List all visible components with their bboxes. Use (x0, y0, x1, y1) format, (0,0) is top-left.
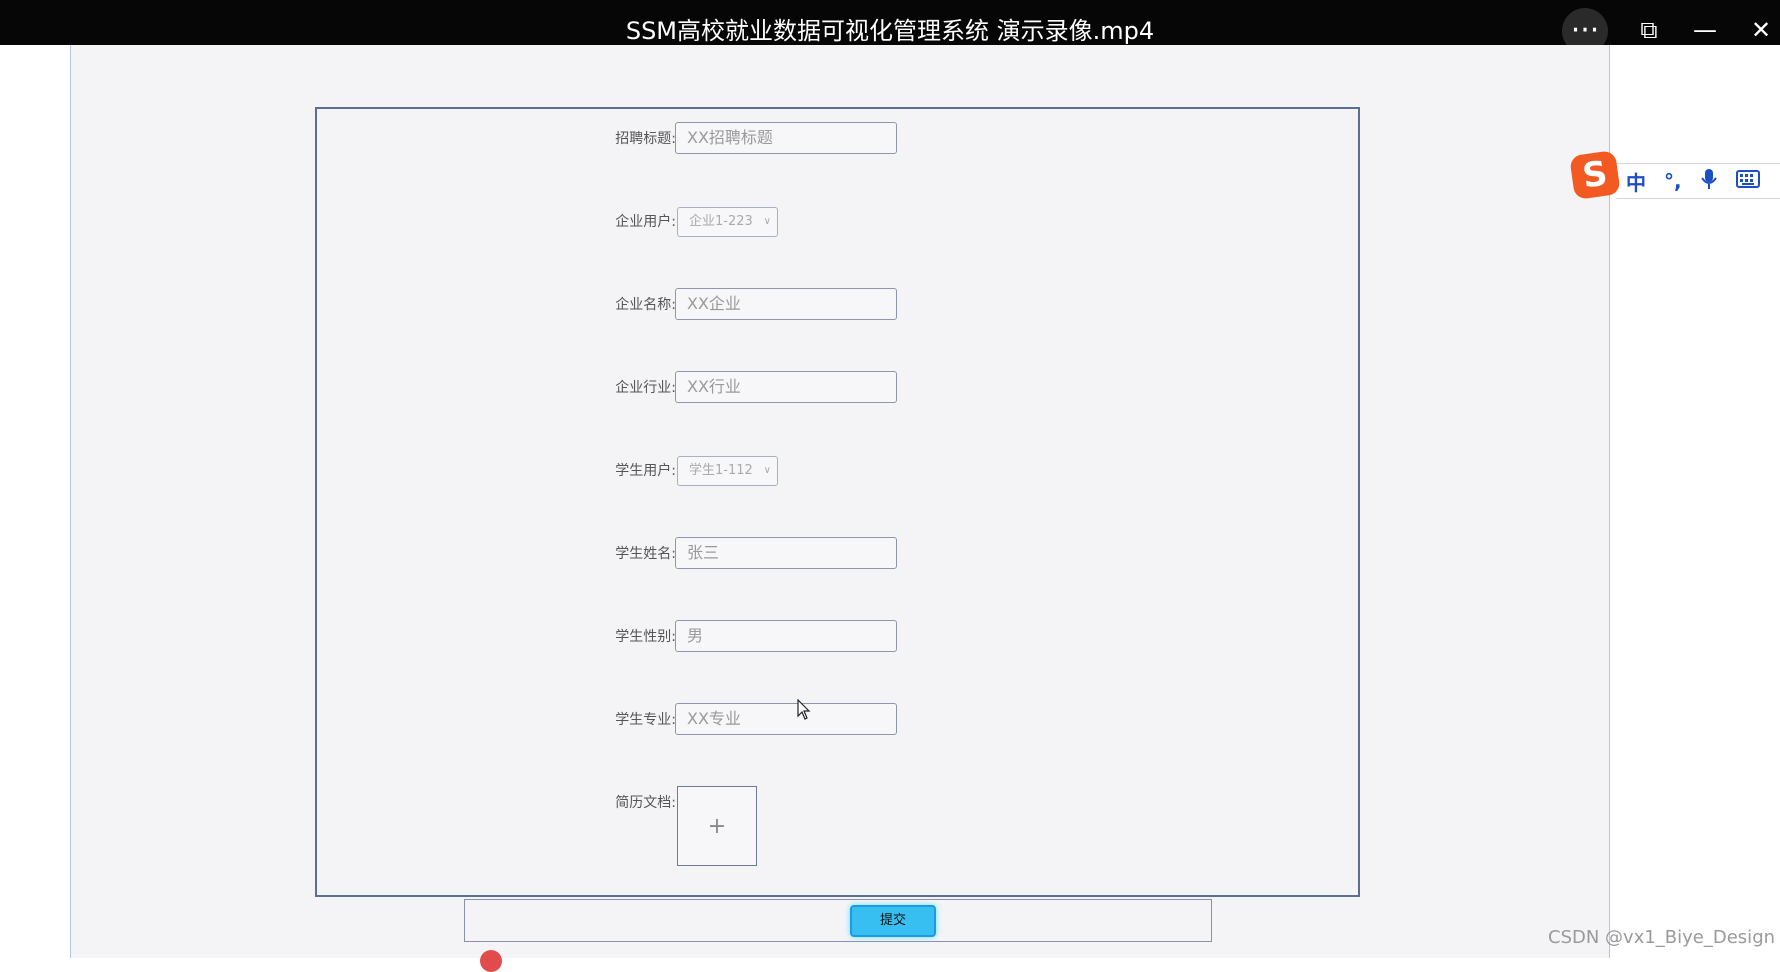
field-label: 学生姓名: (615, 546, 676, 562)
chevron-down-icon: ∨ (763, 216, 771, 227)
field-label: 企业名称: (615, 297, 676, 313)
student-user-select[interactable]: 学生1-112 ∨ (677, 456, 778, 486)
student-major-input[interactable]: XX专业 (675, 703, 897, 735)
company-name-input[interactable]: XX企业 (675, 288, 897, 320)
field-label: 学生专业: (615, 712, 676, 728)
form-row-resume: 简历文档: + (317, 786, 1358, 866)
select-value: 学生1-112 (689, 463, 753, 478)
student-gender-input[interactable]: 男 (675, 620, 897, 652)
ime-mode-toggle[interactable]: 中 (1626, 167, 1646, 196)
field-label: 学生用户: (615, 463, 676, 479)
ime-toolbar: 中 °, S (1569, 150, 1780, 201)
close-button[interactable]: ✕ (1739, 8, 1780, 52)
picture-in-picture-icon[interactable]: ⧉ (1627, 8, 1671, 52)
plus-icon: + (707, 813, 727, 839)
form-row-company-industry: 企业行业: XX行业 (317, 371, 1358, 405)
resume-upload-button[interactable]: + (677, 786, 757, 866)
recruitment-form: 招聘标题: XX招聘标题 企业用户: 企业1-223 ∨ 企业名称: XX企业 … (315, 107, 1360, 897)
form-row-company-user: 企业用户: 企业1-223 ∨ (317, 205, 1358, 239)
form-row-title: 招聘标题: XX招聘标题 (317, 122, 1358, 156)
form-row-student-gender: 学生性别: 男 (317, 620, 1358, 654)
field-label: 企业行业: (615, 380, 676, 396)
video-title: SSM高校就业数据可视化管理系统 演示录像.mp4 (625, 17, 1155, 45)
watermark: CSDN @vx1_Biye_Design (1548, 927, 1776, 948)
video-title-bar: SSM高校就业数据可视化管理系统 演示录像.mp4 ··· ⧉ — ✕ (0, 0, 1780, 54)
form-row-student-major: 学生专业: XX专业 (317, 703, 1358, 737)
form-row-company-name: 企业名称: XX企业 (317, 288, 1358, 322)
keyboard-icon[interactable] (1735, 169, 1760, 194)
ime-bar: 中 °, (1616, 163, 1780, 199)
mouse-cursor-icon (797, 699, 811, 720)
field-label: 招聘标题: (615, 131, 676, 147)
submit-bar: 提交 (464, 899, 1212, 942)
form-row-student-name: 学生姓名: 张三 (317, 537, 1358, 571)
punctuation-icon[interactable]: °, (1664, 169, 1682, 193)
submit-button[interactable]: 提交 (850, 905, 936, 937)
select-value: 企业1-223 (689, 214, 753, 229)
microphone-icon[interactable] (1700, 168, 1718, 195)
recruit-title-input[interactable]: XX招聘标题 (675, 122, 897, 154)
company-user-select[interactable]: 企业1-223 ∨ (677, 207, 778, 237)
student-name-input[interactable]: 张三 (675, 537, 897, 569)
record-indicator-icon (480, 950, 502, 972)
minimize-button[interactable]: — (1683, 8, 1727, 52)
chevron-down-icon: ∨ (763, 465, 771, 476)
field-label: 学生性别: (615, 629, 676, 645)
form-row-student-user: 学生用户: 学生1-112 ∨ (317, 454, 1358, 488)
sogou-logo[interactable]: S (1569, 150, 1621, 200)
field-label: 简历文档: (615, 795, 676, 811)
company-industry-input[interactable]: XX行业 (675, 371, 897, 403)
field-label: 企业用户: (615, 214, 676, 230)
